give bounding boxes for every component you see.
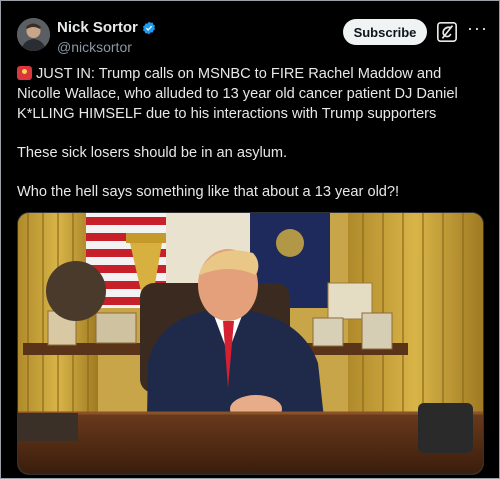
author-name-row: Nick Sortor (57, 19, 156, 36)
post-line-1: JUST IN: Trump calls on MSNBC to FIRE Ra… (17, 66, 458, 122)
verified-badge-icon (142, 21, 156, 35)
author-name[interactable]: Nick Sortor (57, 19, 138, 36)
subscribe-button[interactable]: Subscribe (343, 19, 427, 45)
avatar[interactable] (17, 18, 50, 51)
more-options-icon[interactable]: ··· (467, 18, 488, 39)
post-card: Nick Sortor @nicksortor Subscribe ··· JU… (0, 0, 500, 479)
video-media[interactable] (17, 212, 484, 475)
video-frame-image (18, 213, 483, 474)
post-line-3: Who the hell says something like that ab… (17, 184, 400, 200)
grok-icon[interactable] (434, 19, 460, 45)
post-line-2: These sick losers should be in an asylum… (17, 145, 288, 161)
siren-emoji-icon (17, 66, 32, 80)
post-text: JUST IN: Trump calls on MSNBC to FIRE Ra… (17, 64, 489, 221)
author-handle[interactable]: @nicksortor (57, 39, 132, 55)
